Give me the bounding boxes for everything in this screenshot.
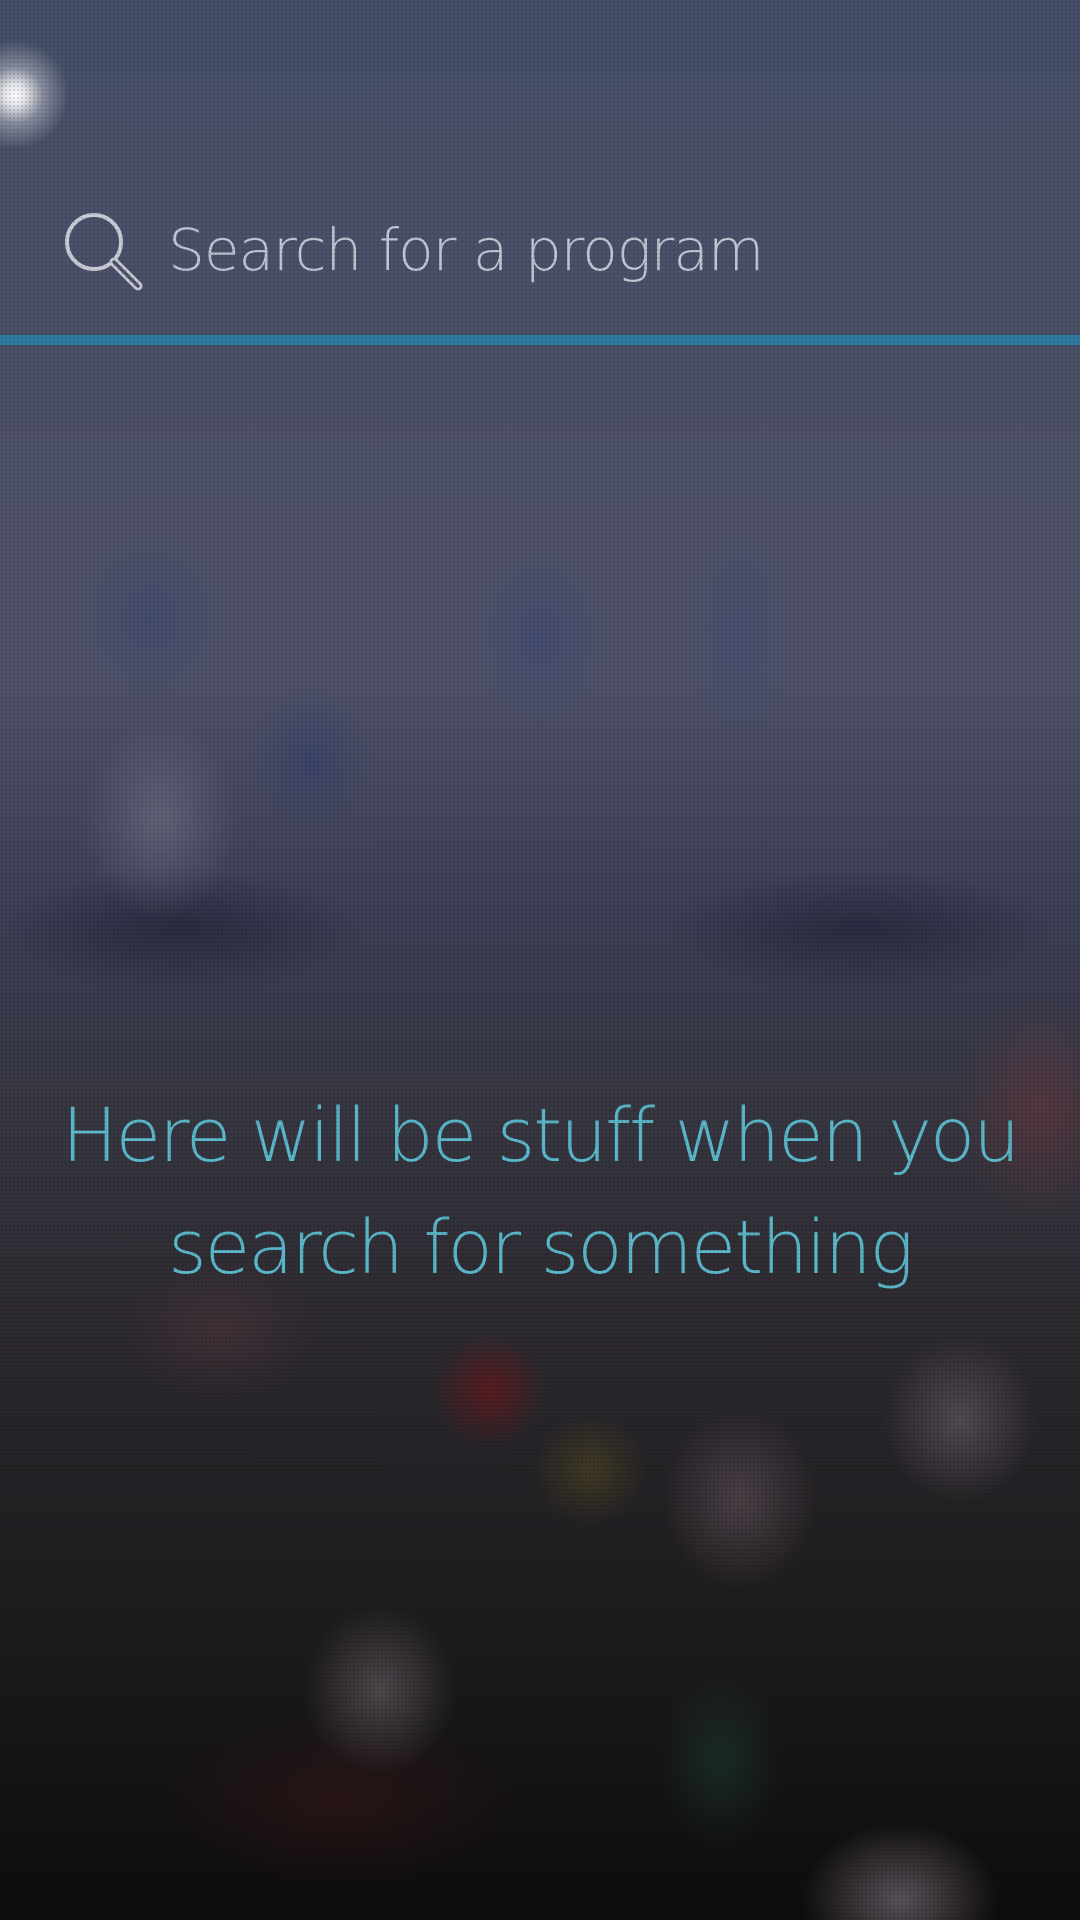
search-bar	[0, 170, 1080, 330]
background-light-glow	[0, 40, 70, 150]
app-screen: Here will be stuff when you search for s…	[0, 0, 1080, 1920]
empty-results-message: Here will be stuff when you search for s…	[61, 1093, 1020, 1291]
search-icon	[65, 213, 143, 291]
search-underline	[0, 335, 1080, 345]
search-input[interactable]	[168, 200, 1028, 300]
